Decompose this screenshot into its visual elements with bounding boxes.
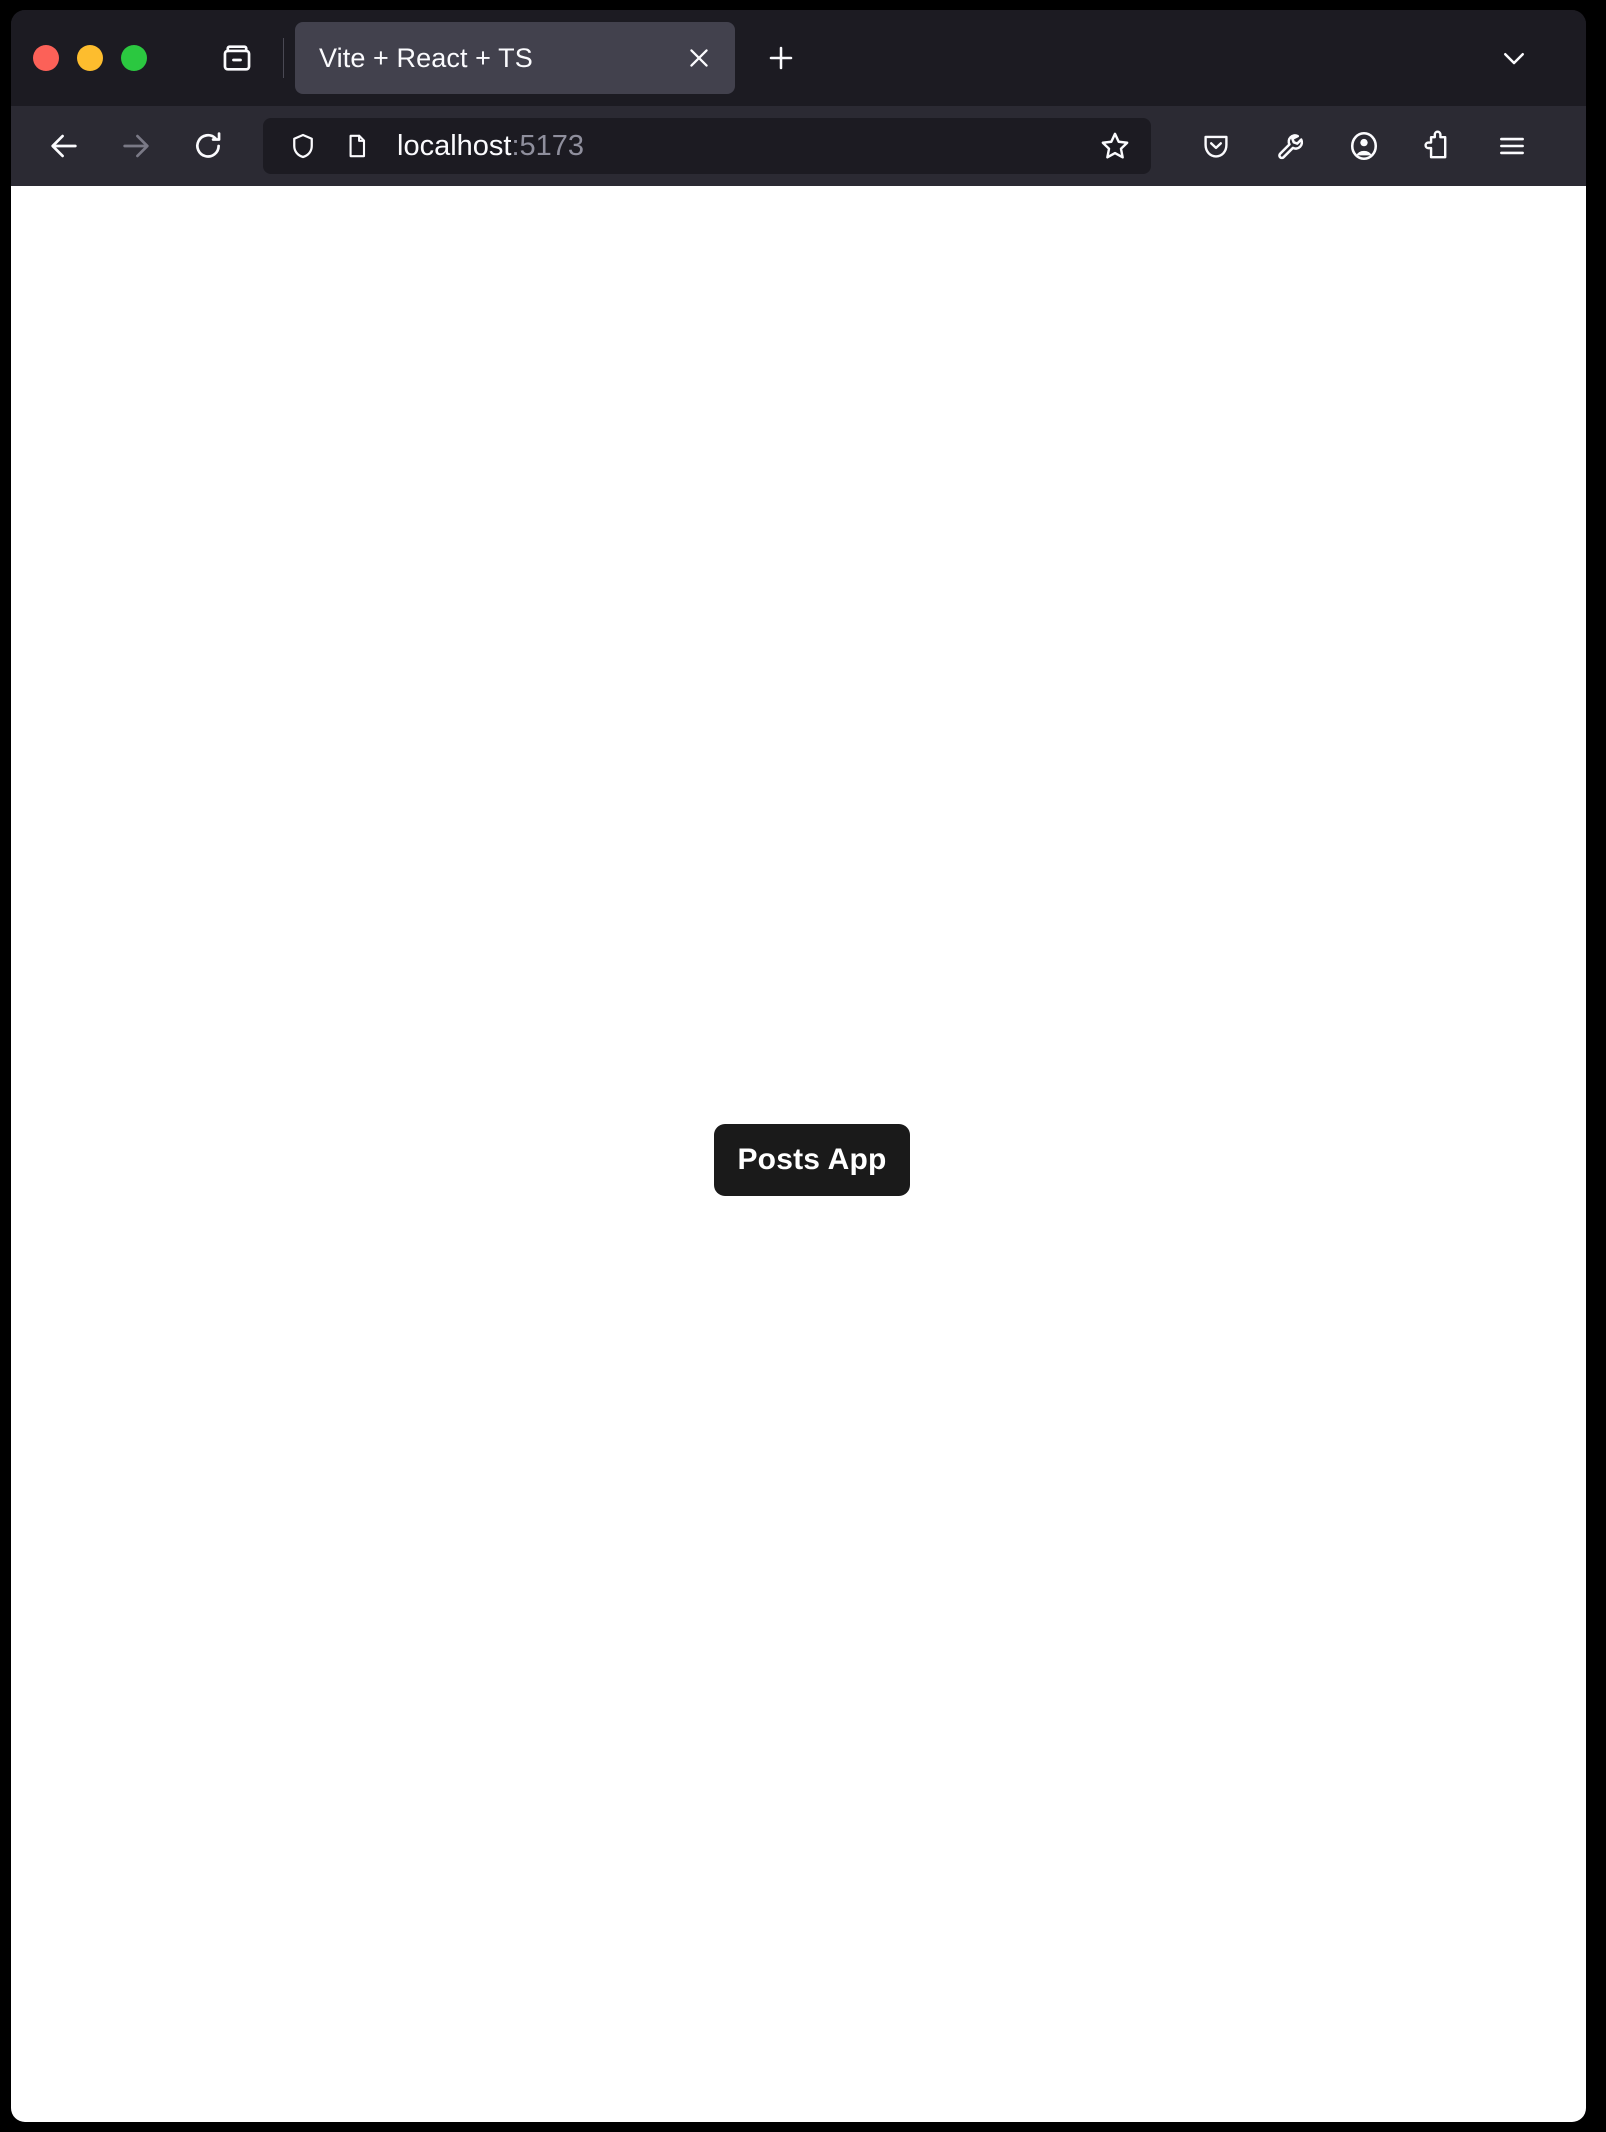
shield-icon[interactable] bbox=[283, 131, 323, 161]
tab-separator bbox=[283, 38, 284, 78]
close-window-button[interactable] bbox=[33, 45, 59, 71]
page-content: Posts App bbox=[11, 186, 1586, 2122]
url-text[interactable]: localhost:5173 bbox=[397, 130, 1089, 163]
url-bar[interactable]: localhost:5173 bbox=[263, 118, 1151, 174]
minimize-window-button[interactable] bbox=[77, 45, 103, 71]
plus-icon[interactable] bbox=[755, 32, 807, 84]
close-icon[interactable] bbox=[675, 34, 723, 82]
screen: Vite + React + TS localhost:5173 Posts A… bbox=[0, 0, 1606, 2132]
maximize-window-button[interactable] bbox=[121, 45, 147, 71]
window-controls bbox=[11, 45, 147, 71]
star-icon[interactable] bbox=[1089, 120, 1141, 172]
account-icon[interactable] bbox=[1337, 119, 1391, 173]
navigation-toolbar: localhost:5173 bbox=[11, 106, 1586, 186]
reload-icon[interactable] bbox=[181, 119, 235, 173]
wrench-icon[interactable] bbox=[1263, 119, 1317, 173]
posts-app-button[interactable]: Posts App bbox=[714, 1124, 910, 1196]
url-host: localhost bbox=[397, 129, 512, 162]
hamburger-icon[interactable] bbox=[1485, 119, 1539, 173]
tab-vite-react-ts[interactable]: Vite + React + TS bbox=[295, 22, 735, 94]
chevron-down-icon[interactable] bbox=[1490, 34, 1538, 82]
arrow-left-icon[interactable] bbox=[37, 119, 91, 173]
tab-title: Vite + React + TS bbox=[319, 42, 533, 73]
page-icon[interactable] bbox=[337, 132, 377, 160]
extensions-icon[interactable] bbox=[1411, 119, 1465, 173]
url-port: :5173 bbox=[511, 129, 585, 162]
pocket-icon[interactable] bbox=[1189, 119, 1243, 173]
arrow-right-icon[interactable] bbox=[109, 119, 163, 173]
firefox-view-icon[interactable] bbox=[209, 30, 265, 86]
tab-strip: Vite + React + TS bbox=[11, 10, 1586, 106]
toolbar-right-buttons bbox=[1189, 119, 1539, 173]
browser-window: Vite + React + TS localhost:5173 Posts A… bbox=[11, 10, 1586, 2122]
